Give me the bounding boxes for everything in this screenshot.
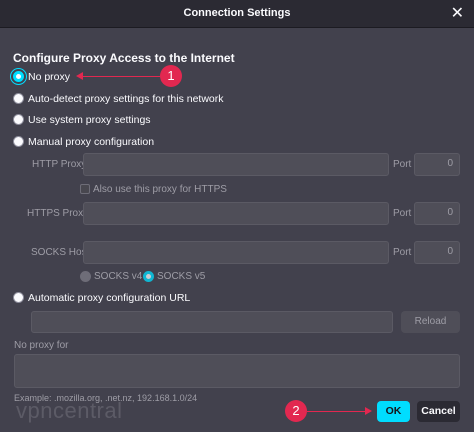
- manual-proxy-radio[interactable]: [13, 136, 24, 147]
- http-proxy-label: HTTP Proxy: [32, 159, 87, 170]
- socks-v5-radio[interactable]: [143, 271, 154, 282]
- also-https-label: Also use this proxy for HTTPS: [93, 184, 227, 195]
- http-port-label: Port: [393, 159, 412, 170]
- manual-proxy-label[interactable]: Manual proxy configuration: [28, 136, 154, 148]
- https-port-input[interactable]: 0: [414, 202, 460, 225]
- annotation-marker-2: 2: [285, 400, 307, 422]
- close-icon[interactable]: ✕: [451, 3, 464, 23]
- window-title: Connection Settings: [183, 7, 291, 19]
- auto-config-url-input[interactable]: [31, 311, 393, 333]
- socks-host-label: SOCKS Host: [31, 247, 90, 258]
- title-bar: Connection Settings ✕: [0, 0, 474, 28]
- no-proxy-for-textarea[interactable]: [14, 354, 460, 388]
- no-proxy-label[interactable]: No proxy: [28, 71, 70, 83]
- ok-button[interactable]: OK: [377, 401, 410, 422]
- socks-v4-radio[interactable]: [80, 271, 91, 282]
- annotation-arrow-2: [307, 411, 367, 412]
- section-heading: Configure Proxy Access to the Internet: [13, 51, 235, 65]
- https-proxy-input[interactable]: [83, 202, 389, 225]
- socks-v4-label: SOCKS v4: [94, 271, 143, 282]
- http-port-input[interactable]: 0: [414, 153, 460, 176]
- https-proxy-label: HTTPS Proxy: [27, 208, 89, 219]
- system-proxy-label[interactable]: Use system proxy settings: [28, 114, 151, 126]
- auto-detect-radio[interactable]: [13, 93, 24, 104]
- system-proxy-radio[interactable]: [13, 114, 24, 125]
- no-proxy-radio[interactable]: [13, 71, 24, 82]
- auto-detect-label[interactable]: Auto-detect proxy settings for this netw…: [28, 93, 224, 105]
- reload-button[interactable]: Reload: [401, 311, 460, 333]
- arrowhead-1-icon: [76, 72, 83, 80]
- socks-v5-label: SOCKS v5: [157, 271, 206, 282]
- socks-port-label: Port: [393, 247, 412, 258]
- auto-config-url-radio[interactable]: [13, 292, 24, 303]
- socks-host-input[interactable]: [83, 241, 389, 264]
- also-https-checkbox[interactable]: [80, 184, 90, 194]
- https-port-label: Port: [393, 208, 412, 219]
- cancel-button[interactable]: Cancel: [417, 401, 460, 422]
- auto-config-url-label[interactable]: Automatic proxy configuration URL: [28, 292, 190, 304]
- watermark-logo: vpncentral: [16, 398, 123, 423]
- arrowhead-2-icon: [365, 407, 372, 415]
- no-proxy-for-label: No proxy for: [14, 340, 69, 351]
- socks-port-input[interactable]: 0: [414, 241, 460, 264]
- annotation-arrow-1: [82, 76, 160, 77]
- annotation-marker-1: 1: [160, 65, 182, 87]
- http-proxy-input[interactable]: [83, 153, 389, 176]
